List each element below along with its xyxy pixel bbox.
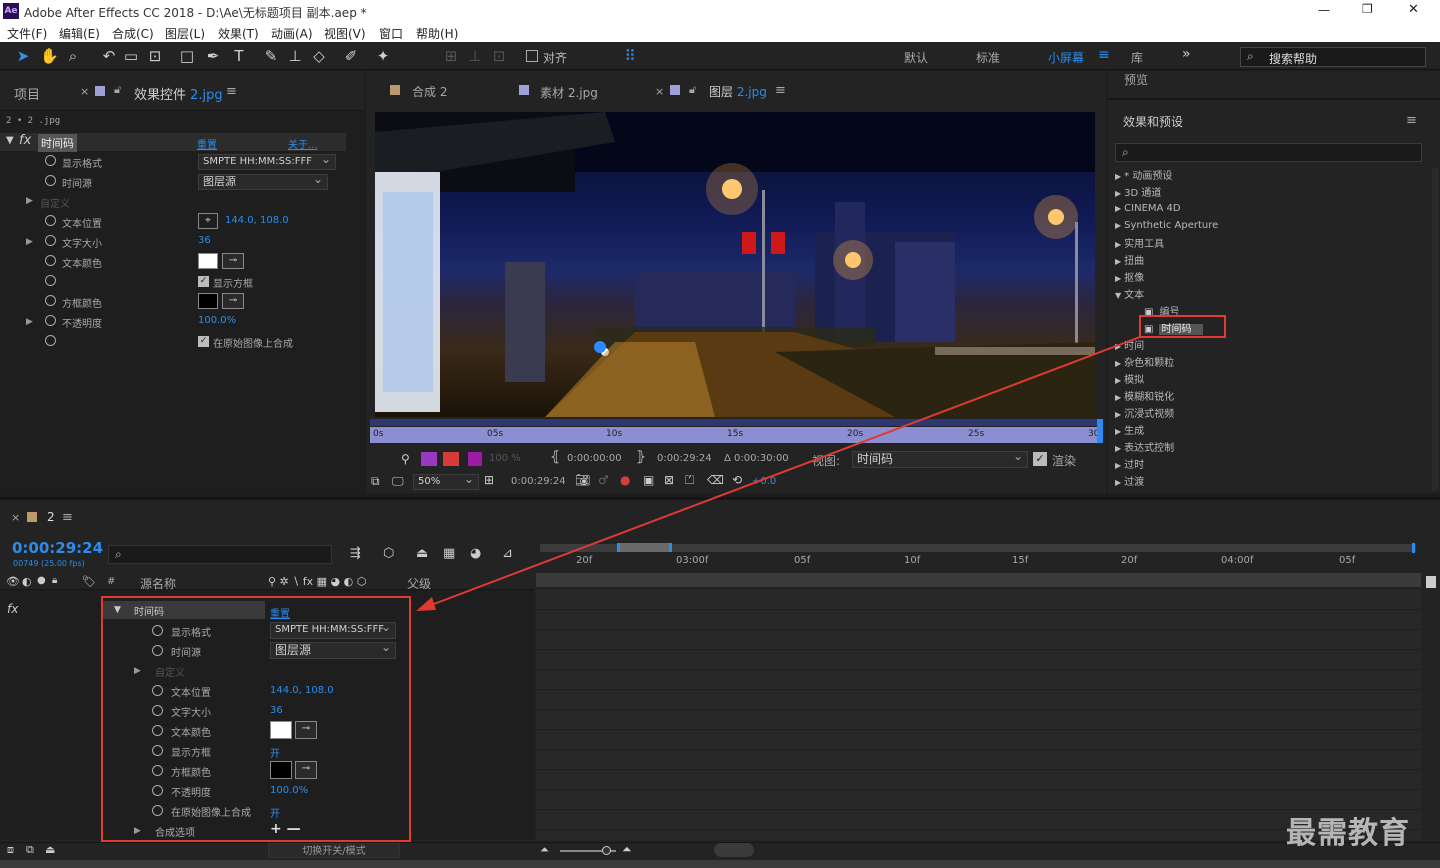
- timeline-horizontal-scroll[interactable]: [714, 843, 754, 857]
- toggle-switches-modes-button[interactable]: 切换开关/模式: [268, 843, 400, 858]
- arrow-line: [425, 336, 1141, 608]
- status-bar: [0, 860, 1440, 868]
- toggle-switches-label: 切换开关/模式: [302, 846, 366, 857]
- arrow-head: [416, 597, 436, 611]
- zoom-in-icon[interactable]: ⏶: [622, 842, 632, 857]
- zoom-slider-knob[interactable]: [602, 846, 611, 855]
- footer-toggle-icon[interactable]: ⧈: [7, 843, 14, 857]
- watermark-text: 最需教育: [1286, 816, 1410, 851]
- footer-layers-icon[interactable]: ⧉: [26, 843, 34, 857]
- annotation-arrow: [416, 336, 1141, 611]
- footer-render-icon[interactable]: ⏏: [45, 843, 55, 856]
- zoom-out-icon[interactable]: ⏶: [540, 843, 549, 857]
